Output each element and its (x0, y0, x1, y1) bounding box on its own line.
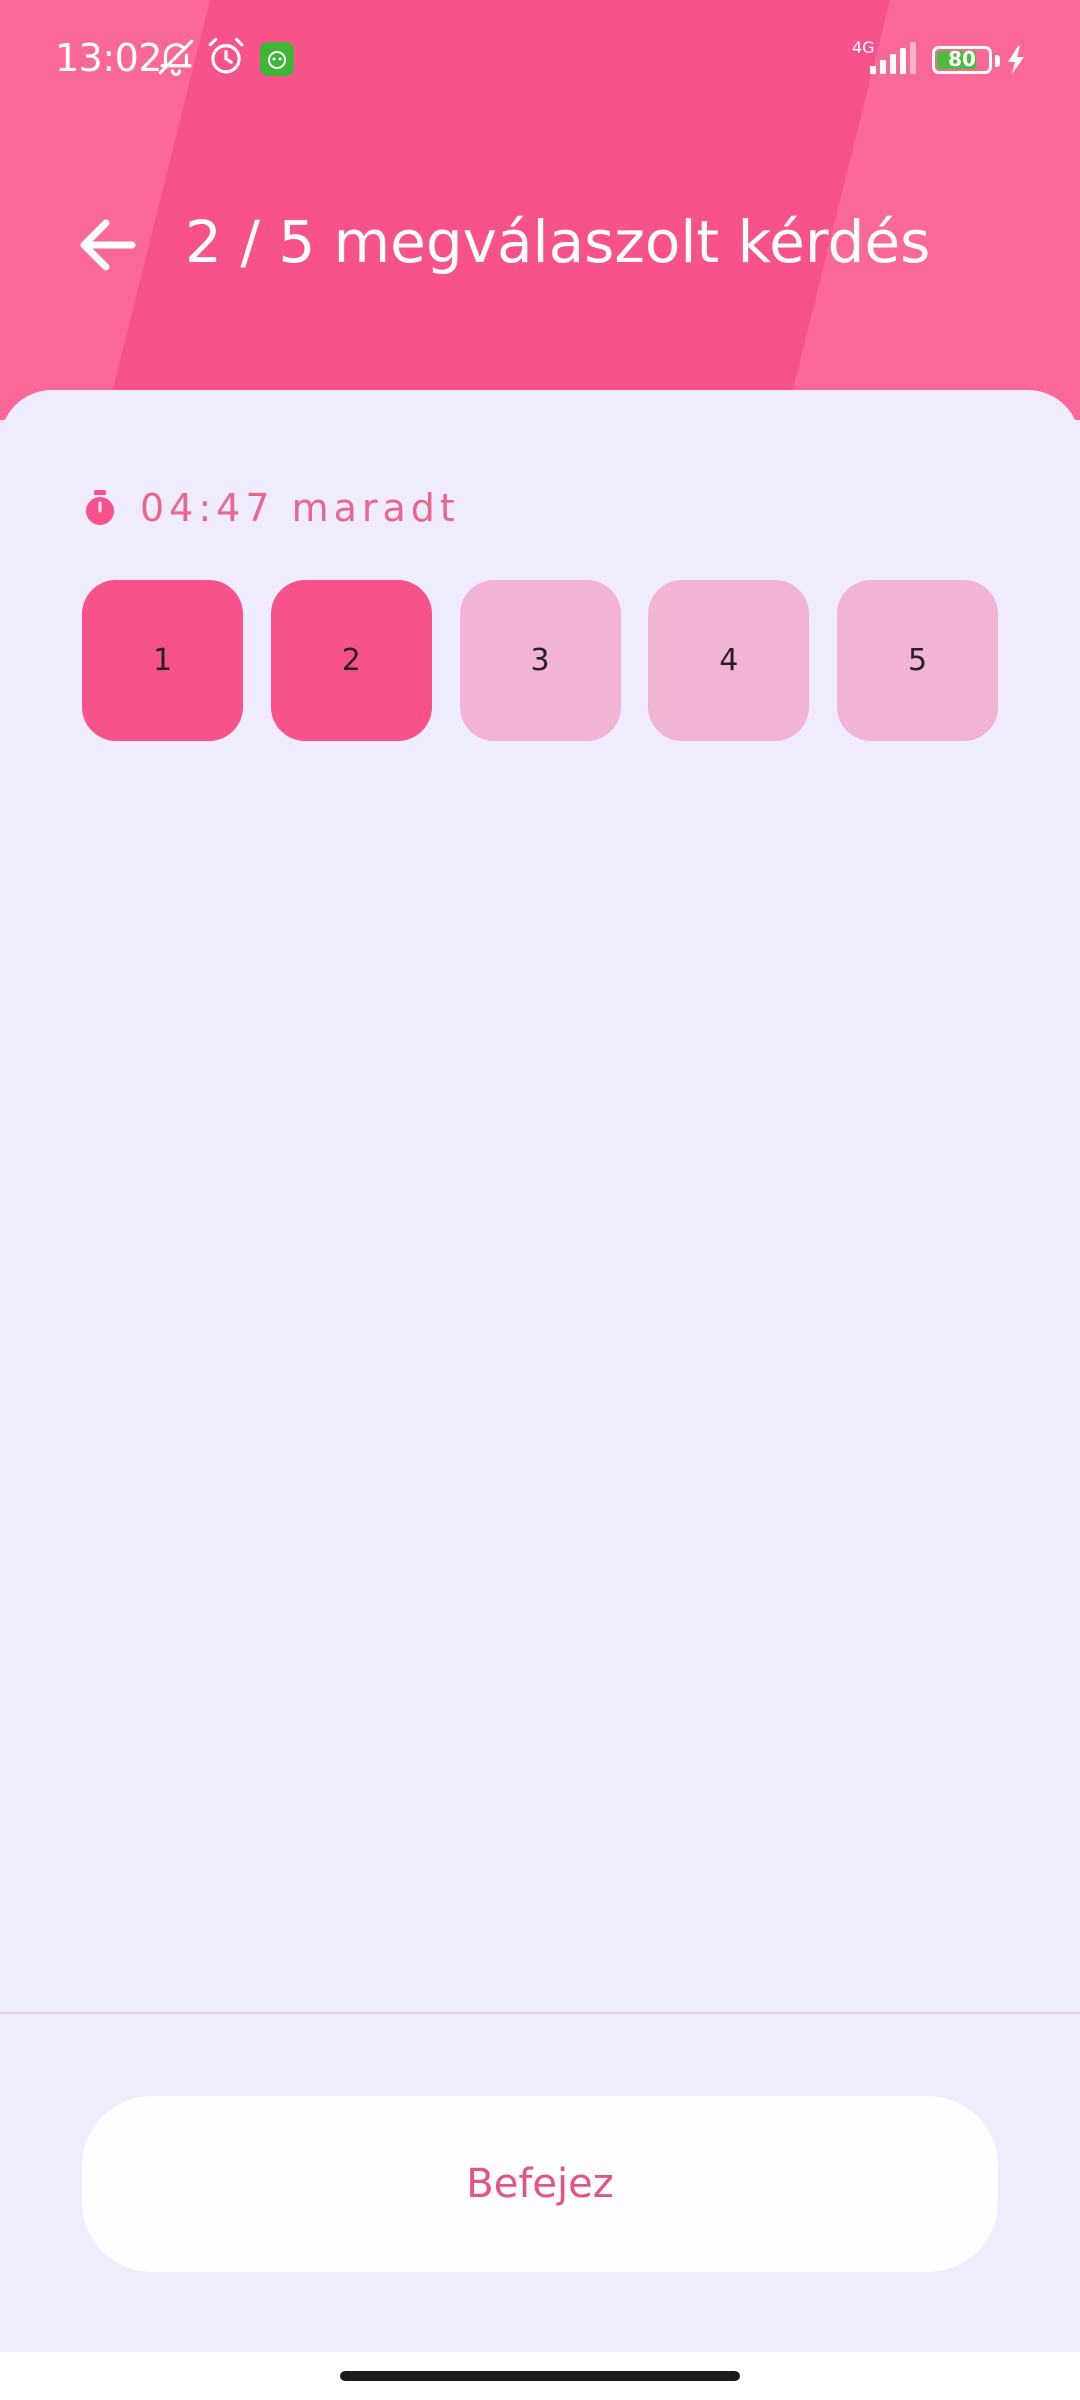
question-number: 2 (341, 643, 361, 678)
question-grid: 1 2 3 4 5 (82, 580, 998, 741)
status-bar: 13:02 4G 80 (0, 0, 1080, 120)
timer: 04:47 maradt (82, 478, 460, 538)
app-bar: 2 / 5 megválaszolt kérdés (0, 190, 1080, 300)
app-badge-icon (260, 42, 294, 76)
stopwatch-icon (86, 490, 114, 525)
finish-button-label: Befejez (466, 2161, 614, 2207)
gesture-handle[interactable] (340, 2371, 740, 2381)
question-tile[interactable]: 4 (648, 580, 810, 741)
question-number: 3 (530, 643, 550, 678)
question-number: 4 (719, 643, 739, 678)
battery-level: 80 (948, 47, 976, 71)
signal-icon (870, 42, 916, 74)
question-tile[interactable]: 2 (270, 580, 432, 741)
divider (0, 2012, 1080, 2014)
charging-icon (1008, 46, 1024, 74)
back-button[interactable] (70, 205, 150, 285)
question-number: 1 (152, 643, 173, 678)
timer-text: 04:47 maradt (140, 486, 460, 530)
alarm-icon (208, 37, 244, 74)
question-tile[interactable]: 3 (459, 580, 621, 741)
finish-button[interactable]: Befejez (82, 2096, 998, 2272)
battery-icon: 80 (932, 46, 992, 74)
arrow-left-icon (80, 219, 136, 271)
status-time: 13:02 (55, 36, 163, 80)
bell-muted-icon (158, 39, 194, 77)
page-title: 2 / 5 megválaszolt kérdés (185, 208, 931, 276)
battery-tip (995, 55, 1000, 67)
question-tile[interactable]: 5 (837, 580, 998, 741)
question-tile[interactable]: 1 (82, 580, 243, 741)
question-number: 5 (907, 643, 928, 678)
